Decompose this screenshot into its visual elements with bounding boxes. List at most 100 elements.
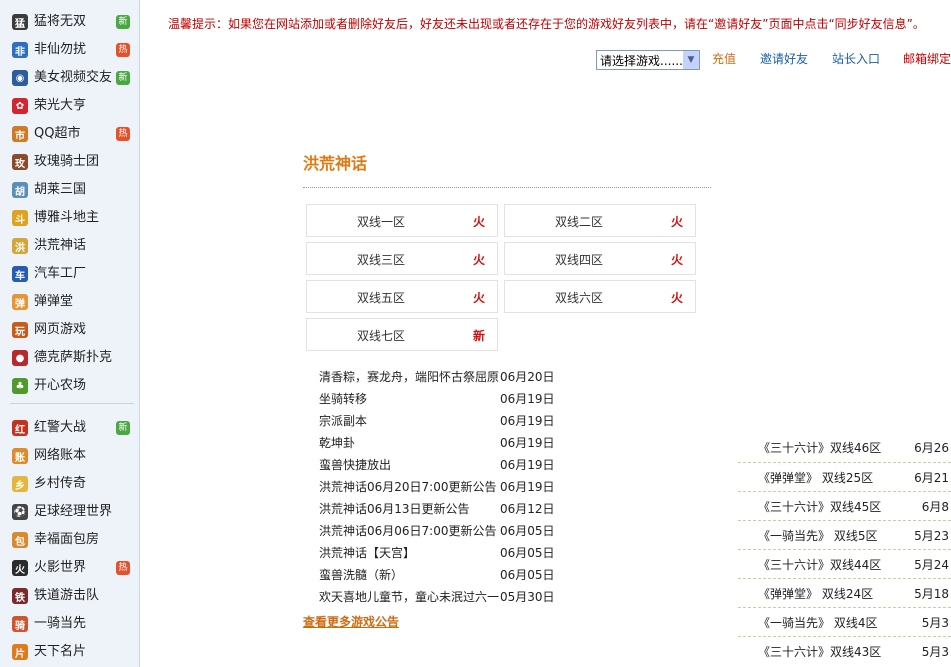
new-server-item[interactable]: 《弹弹堂》 双线25区 6月21	[738, 462, 951, 491]
sidebar-item-label: 玫瑰骑士团	[34, 154, 100, 169]
news-title: 坐骑转移	[319, 392, 368, 406]
news-date: 06月19日	[500, 390, 555, 407]
sidebar-item[interactable]: 包幸福面包房	[0, 526, 139, 554]
webmaster-link[interactable]: 站长入口	[832, 50, 880, 67]
news-item[interactable]: 洪荒神话06月13日更新公告 06月12日	[319, 497, 564, 519]
game-select[interactable]: 请选择游戏...... ▼	[596, 50, 700, 70]
mail-bind-link[interactable]: 邮箱绑定	[903, 50, 951, 67]
sidebar-item[interactable]: 市 QQ超市 热	[0, 120, 139, 148]
namecard-icon: 片	[12, 644, 28, 660]
sidebar-item[interactable]: 非非仙勿扰 热	[0, 36, 139, 64]
new-server-date: 5月3	[921, 616, 949, 630]
new-server-name: 《三十六计》双线45区	[758, 500, 882, 514]
sidebar-item-label: 德克萨斯扑克	[34, 350, 113, 365]
new-server-item[interactable]: 《三十六计》双线45区 6月8	[738, 491, 951, 520]
news-item[interactable]: 洪荒神话06月20日7:00更新公告 06月19日	[319, 475, 564, 497]
new-server-name: 《三十六计》双线43区	[758, 645, 882, 659]
sidebar-item[interactable]: ♣ 开心农场	[0, 372, 139, 400]
server-button[interactable]: 双线五区 火	[306, 280, 498, 313]
sidebar-item[interactable]: 洪洪荒神话	[0, 232, 139, 260]
news-title: 洪荒神话【天宫】	[319, 546, 416, 560]
news-date: 06月05日	[500, 522, 555, 539]
new-server-item[interactable]: 《三十六计》双线46区 6月26	[738, 433, 951, 461]
news-item[interactable]: 乾坤卦 06月19日	[319, 431, 564, 453]
sidebar-item[interactable]: ◉ 美女视频交友新	[0, 64, 139, 92]
news-title: 蛮兽快捷放出	[319, 458, 392, 472]
sidebar-item[interactable]: 弹弹弹堂	[0, 288, 139, 316]
news-title: 蛮兽洗髓（新）	[319, 568, 404, 582]
sidebar-item-label: 博雅斗地主	[34, 210, 100, 225]
sidebar-item[interactable]: 斗博雅斗地主	[0, 204, 139, 232]
news-title: 清香粽，赛龙舟，端阳怀古祭屈原	[319, 370, 500, 384]
server-status-tag: 火	[472, 215, 485, 229]
server-status-tag: 火	[670, 291, 683, 305]
news-item[interactable]: 洪荒神话06月06日7:00更新公告 06月05日	[319, 519, 564, 541]
sidebar-item[interactable]: 玫玫瑰骑士团	[0, 148, 139, 176]
game-title: 洪荒神话	[303, 154, 368, 173]
news-item[interactable]: 宗派副本 06月19日	[319, 409, 564, 431]
sidebar-badge: 热	[116, 43, 130, 57]
news-item[interactable]: 坐骑转移 06月19日	[319, 387, 564, 409]
poker-icon: ●	[12, 350, 28, 366]
server-button[interactable]: 双线二区 火	[504, 204, 696, 237]
server-button[interactable]: 双线六区 火	[504, 280, 696, 313]
sidebar-item[interactable]: 骑一骑当先	[0, 610, 139, 638]
sidebar-item-label: 汽车工厂	[34, 266, 87, 281]
sidebar-item[interactable]: ● 德克萨斯扑克	[0, 344, 139, 372]
yiqi-icon: 骑	[12, 616, 28, 632]
chevron-down-icon[interactable]: ▼	[683, 51, 699, 69]
sidebar-item[interactable]: 片天下名片	[0, 638, 139, 666]
news-item[interactable]: 洪荒神话【天宫】 06月05日	[319, 541, 564, 563]
new-server-date: 6月21	[914, 471, 949, 485]
more-announcements-link[interactable]: 查看更多游戏公告	[303, 613, 399, 630]
sidebar-item[interactable]: 玩网页游戏	[0, 316, 139, 344]
sidebar-item[interactable]: 铁铁道游击队	[0, 582, 139, 610]
news-item[interactable]: 蛮兽洗髓（新） 06月05日	[319, 563, 564, 585]
recharge-link[interactable]: 充值	[712, 50, 736, 67]
village-legend-icon: 乡	[12, 476, 28, 492]
sidebar-item[interactable]: 车汽车工厂	[0, 260, 139, 288]
sidebar-item[interactable]: 火火影世界 热	[0, 554, 139, 582]
sidebar-item[interactable]: ✿ 荣光大亨	[0, 92, 139, 120]
news-date: 06月12日	[500, 500, 555, 517]
news-date: 06月19日	[500, 456, 555, 473]
new-server-item[interactable]: 《弹弹堂》 双线24区 5月18	[738, 578, 951, 607]
sidebar-item[interactable]: 猛猛将无双 新	[0, 8, 139, 36]
sidebar-item-label: 胡莱三国	[34, 182, 87, 197]
news-item[interactable]: 蛮兽快捷放出 06月19日	[319, 453, 564, 475]
notice-text: 温馨提示：如果您在网站添加或者删除好友后，好友还未出现或者还存在于您的游戏好友列…	[168, 17, 925, 31]
sidebar-item[interactable]: 乡乡村传奇	[0, 470, 139, 498]
new-server-item[interactable]: 《三十六计》双线44区 5月24	[738, 549, 951, 578]
server-button[interactable]: 双线七区 新	[306, 318, 498, 351]
new-server-item[interactable]: 《一骑当先》 双线5区 5月23	[738, 520, 951, 549]
invite-friends-link[interactable]: 邀请好友	[760, 50, 808, 67]
sidebar-item-label: 网络账本	[34, 448, 87, 463]
sidebar-item-label: 铁道游击队	[34, 588, 100, 603]
sidebar-item-label: 洪荒神话	[34, 238, 87, 253]
game-select-value: 请选择游戏......	[600, 53, 683, 68]
sidebar-item-label: QQ超市	[34, 126, 81, 141]
sidebar-item-label: 火影世界	[34, 560, 87, 575]
server-button[interactable]: 双线四区 火	[504, 242, 696, 275]
red-alert-icon: 红	[12, 420, 28, 436]
sidebar-item[interactable]: 账网络账本	[0, 442, 139, 470]
news-item[interactable]: 清香粽，赛龙舟，端阳怀古祭屈原 06月20日	[319, 365, 564, 387]
server-name: 双线七区	[357, 329, 406, 343]
new-server-date: 6月8	[921, 500, 949, 514]
new-server-item[interactable]: 《一骑当先》 双线4区 5月3	[738, 607, 951, 636]
sidebar-item[interactable]: 红红警大战 新	[0, 414, 139, 442]
new-server-date: 6月26	[914, 441, 949, 455]
news-item[interactable]: 欢天喜地儿童节，童心未泯过六一 05月30日	[319, 585, 564, 607]
sidebar-item-label: 美女视频交友	[34, 70, 113, 85]
rose-knight-icon: 玫	[12, 154, 28, 170]
new-server-item[interactable]: 《三十六计》双线43区 5月3	[738, 636, 951, 665]
sidebar-item-label: 乡村传奇	[34, 476, 87, 491]
sidebar-item-label: 猛将无双	[34, 14, 87, 29]
ddtank-icon: 弹	[12, 294, 28, 310]
server-button[interactable]: 双线一区 火	[306, 204, 498, 237]
server-button[interactable]: 双线三区 火	[306, 242, 498, 275]
sidebar-item[interactable]: ⚽ 足球经理世界	[0, 498, 139, 526]
doudizhu-icon: 斗	[12, 210, 28, 226]
sidebar-item[interactable]: 胡胡莱三国	[0, 176, 139, 204]
sidebar-item-label: 开心农场	[34, 378, 87, 393]
